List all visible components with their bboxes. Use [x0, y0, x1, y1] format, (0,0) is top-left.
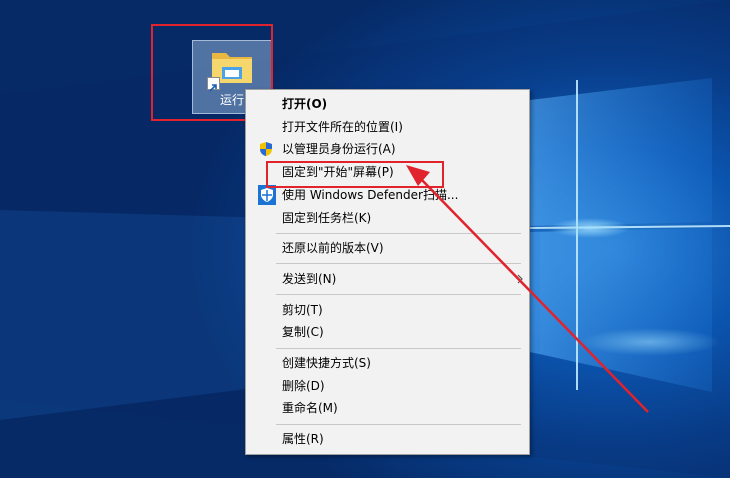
annotation-arrow-icon	[406, 165, 649, 413]
